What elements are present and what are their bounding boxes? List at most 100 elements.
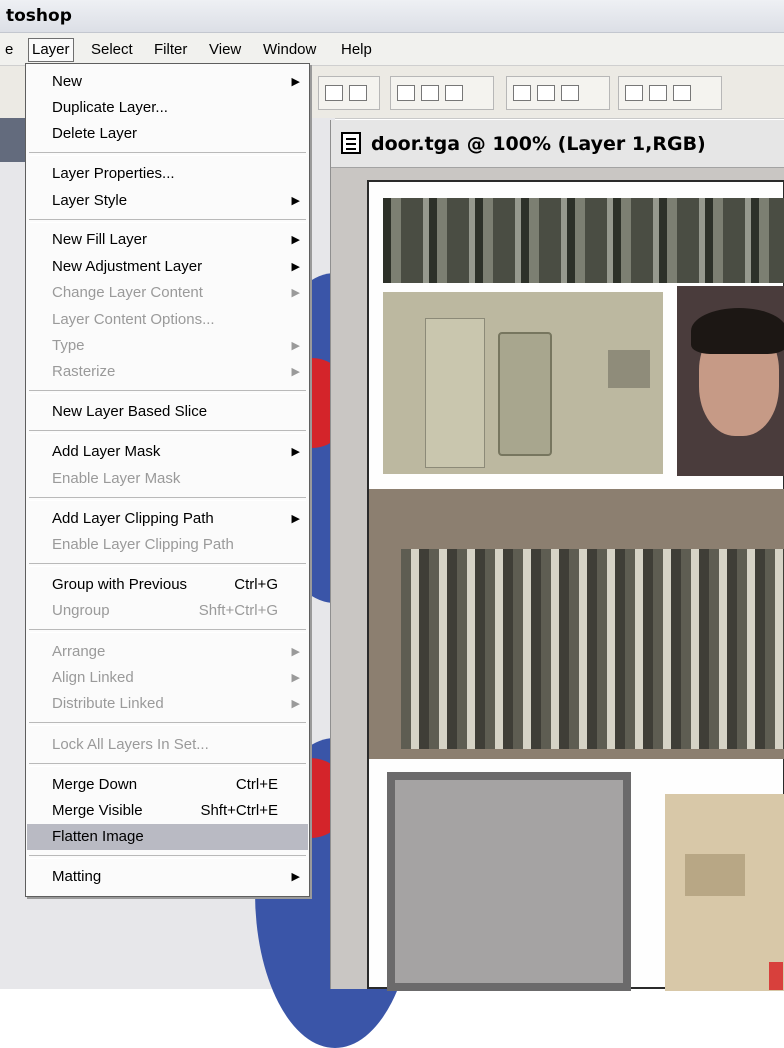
- align-group-1: [318, 76, 380, 110]
- menu-item-label: Delete Layer: [52, 125, 138, 142]
- menu-item-label: Distribute Linked: [52, 695, 164, 712]
- menu-item-layer-content-options[interactable]: Layer Content Options...: [27, 307, 308, 333]
- menu-item-label: Align Linked: [52, 669, 134, 686]
- distribute-right-icon[interactable]: [673, 85, 691, 101]
- submenu-arrow-icon: ▶: [291, 340, 300, 352]
- grey-panel-texture: [387, 772, 631, 991]
- menu-item-label: Layer Properties...: [52, 165, 175, 182]
- submenu-arrow-icon: ▶: [291, 76, 300, 88]
- menu-item-change-layer-content[interactable]: Change Layer Content ▶: [27, 280, 308, 306]
- menu-item-distribute-linked[interactable]: Distribute Linked ▶: [27, 691, 308, 717]
- menu-item-new-adjustment-layer[interactable]: New Adjustment Layer ▶: [27, 254, 308, 280]
- submenu-arrow-icon: ▶: [291, 261, 300, 273]
- menu-item-label: Enable Layer Clipping Path: [52, 536, 234, 553]
- submenu-arrow-icon: ▶: [291, 287, 300, 299]
- menu-separator: [29, 563, 306, 567]
- menu-item-duplicate-layer[interactable]: Duplicate Layer...: [27, 95, 308, 121]
- layer-menu-dropdown: New ▶ Duplicate Layer... Delete Layer Lay…: [25, 63, 310, 897]
- menu-item-label: Change Layer Content: [52, 284, 203, 301]
- distribute-horizontal-center-icon[interactable]: [649, 85, 667, 101]
- menu-item-merge-down[interactable]: Merge Down Ctrl+E: [27, 772, 308, 798]
- menu-separator: [29, 152, 306, 156]
- menu-item-enable-layer-clipping-path[interactable]: Enable Layer Clipping Path: [27, 532, 308, 558]
- distribute-vertical-center-icon[interactable]: [537, 85, 555, 101]
- menu-select[interactable]: Select: [88, 39, 136, 61]
- submenu-arrow-icon: ▶: [291, 698, 300, 710]
- menu-layer[interactable]: Layer: [28, 38, 74, 62]
- align-horizontal-center-icon[interactable]: [421, 85, 439, 101]
- menu-item-label: Arrange: [52, 643, 106, 660]
- menu-item-type[interactable]: Type ▶: [27, 333, 308, 359]
- document-title-bar[interactable]: door.tga @ 100% (Layer 1,RGB): [331, 120, 784, 168]
- menu-item-label: Layer Style: [52, 192, 128, 209]
- menu-item-label: Lock All Layers In Set...: [52, 736, 209, 753]
- menu-item-lock-all-layers[interactable]: Lock All Layers In Set...: [27, 732, 308, 758]
- menu-item-flatten-image[interactable]: Flatten Image: [27, 824, 308, 850]
- submenu-arrow-icon: ▶: [291, 234, 300, 246]
- menu-separator: [29, 722, 306, 726]
- menu-item-ungroup[interactable]: Ungroup Shft+Ctrl+G: [27, 598, 308, 624]
- menu-help[interactable]: Help: [338, 39, 375, 61]
- face-photo: [677, 286, 784, 476]
- menu-item-arrange[interactable]: Arrange ▶: [27, 639, 308, 665]
- menu-bar: e Layer Select Filter View Window Help: [0, 33, 784, 66]
- menu-item-label: Add Layer Mask: [52, 443, 161, 460]
- menu-item-merge-visible[interactable]: Merge Visible Shft+Ctrl+E: [27, 798, 308, 824]
- menu-item-align-linked[interactable]: Align Linked ▶: [27, 665, 308, 691]
- distribute-top-icon[interactable]: [513, 85, 531, 101]
- menu-item-matting[interactable]: Matting ▶: [27, 864, 308, 890]
- align-bottom-icon[interactable]: [349, 85, 367, 101]
- app-title: toshop: [6, 6, 72, 26]
- menu-item-add-layer-clipping-path[interactable]: Add Layer Clipping Path ▶: [27, 506, 308, 532]
- menu-item-label: Add Layer Clipping Path: [52, 510, 214, 527]
- menu-item-layer-properties[interactable]: Layer Properties...: [27, 161, 308, 187]
- menu-shortcut: Ctrl+E: [235, 776, 278, 793]
- menu-separator: [29, 430, 306, 434]
- menu-filter[interactable]: Filter: [151, 39, 190, 61]
- align-vertical-center-icon[interactable]: [325, 85, 343, 101]
- texture-panel: [383, 292, 663, 474]
- distribute-bottom-icon[interactable]: [561, 85, 579, 101]
- distribute-group-2: [618, 76, 722, 110]
- blueprint-texture: [665, 794, 784, 991]
- distribute-left-icon[interactable]: [625, 85, 643, 101]
- menu-edit[interactable]: e: [2, 39, 16, 61]
- menu-item-label: Layer Content Options...: [52, 311, 215, 328]
- document-window: door.tga @ 100% (Layer 1,RGB): [330, 120, 784, 991]
- menu-separator: [29, 855, 306, 859]
- menu-shortcut: Shft+Ctrl+G: [198, 602, 278, 619]
- menu-item-label: Merge Visible: [52, 802, 143, 819]
- menu-separator: [29, 497, 306, 501]
- submenu-arrow-icon: ▶: [291, 672, 300, 684]
- menu-item-label: Matting: [52, 868, 102, 885]
- submenu-arrow-icon: ▶: [291, 366, 300, 378]
- menu-item-enable-layer-mask[interactable]: Enable Layer Mask: [27, 466, 308, 492]
- align-group-2: [390, 76, 494, 110]
- menu-item-delete-layer[interactable]: Delete Layer: [27, 121, 308, 147]
- menu-item-label: Ungroup: [52, 602, 110, 619]
- menu-item-layer-style[interactable]: Layer Style ▶: [27, 188, 308, 214]
- menu-item-add-layer-mask[interactable]: Add Layer Mask ▶: [27, 439, 308, 465]
- menu-item-new[interactable]: New ▶: [27, 69, 308, 95]
- menu-item-label: Merge Down: [52, 776, 138, 793]
- menu-item-label: Flatten Image: [52, 828, 144, 845]
- menu-item-label: New Layer Based Slice: [52, 403, 208, 420]
- menu-item-label: Group with Previous: [52, 576, 188, 593]
- submenu-arrow-icon: ▶: [291, 646, 300, 658]
- menu-view[interactable]: View: [206, 39, 244, 61]
- image-canvas[interactable]: [367, 180, 784, 991]
- menu-item-rasterize[interactable]: Rasterize ▶: [27, 359, 308, 385]
- menu-item-group-with-previous[interactable]: Group with Previous Ctrl+G: [27, 572, 308, 598]
- app-title-bar: toshop: [0, 0, 784, 33]
- distribute-group-1: [506, 76, 610, 110]
- align-right-icon[interactable]: [445, 85, 463, 101]
- align-left-icon[interactable]: [397, 85, 415, 101]
- menu-separator: [29, 219, 306, 223]
- machinery-texture: [369, 489, 784, 759]
- menu-item-new-layer-based-slice[interactable]: New Layer Based Slice: [27, 399, 308, 425]
- submenu-arrow-icon: ▶: [291, 513, 300, 525]
- texture-strip: [383, 198, 784, 283]
- menu-window[interactable]: Window: [260, 39, 319, 61]
- submenu-arrow-icon: ▶: [291, 871, 300, 883]
- menu-item-new-fill-layer[interactable]: New Fill Layer ▶: [27, 227, 308, 253]
